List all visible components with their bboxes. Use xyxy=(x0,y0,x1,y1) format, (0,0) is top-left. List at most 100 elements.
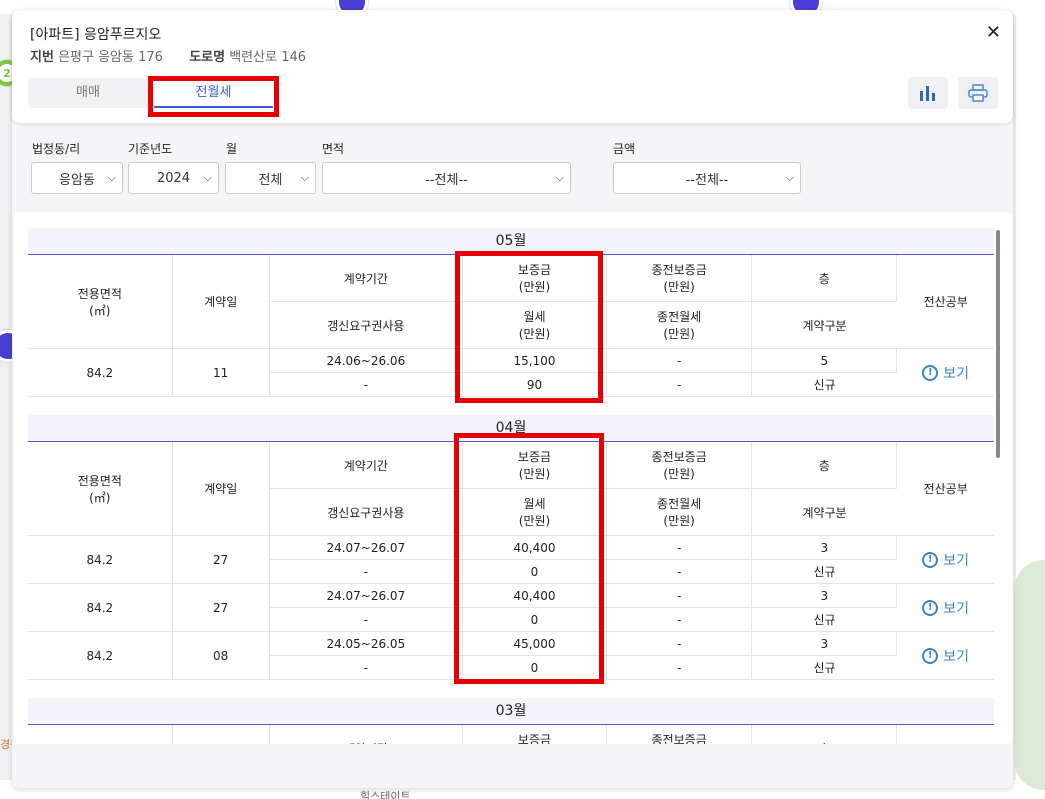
type-cell: 신규 xyxy=(751,372,897,397)
column-header-date: 계약일 xyxy=(172,725,270,744)
floor-cell: 5 xyxy=(751,348,898,373)
amount-select-value: --전체-- xyxy=(685,172,729,188)
area-filter-label: 면적 xyxy=(322,142,345,156)
tab-sale[interactable]: 매매 xyxy=(28,78,148,108)
transaction-table: 전용면적 (㎡)계약일계약기간보증금 (만원)종전보증금 (만원)층전산공부갱신… xyxy=(28,255,994,397)
month-select-value: 전체 xyxy=(258,172,283,188)
prev-deposit-cell: - xyxy=(606,535,753,560)
area-cell: 84.2 xyxy=(28,535,173,584)
column-header-prev-deposit: 종전보증금 (만원) xyxy=(606,442,753,489)
amount-filter-label: 금액 xyxy=(613,142,636,156)
table-row: 84.2 11 24.06~26.06 15,100-5! 보기 xyxy=(28,348,994,397)
table-row: 84.2 27 24.07~26.07 40,400-3! 보기 xyxy=(28,535,994,584)
column-header-date: 계약일 xyxy=(172,442,270,536)
date-cell: 08 xyxy=(172,631,270,680)
chevron-down-icon: ⌵ xyxy=(107,171,116,184)
area-select-value: --전체-- xyxy=(425,172,468,188)
chart-button[interactable] xyxy=(908,77,948,109)
column-header-prev-deposit: 종전보증금 (만원) xyxy=(606,725,753,744)
year-filter-label: 기준년도 xyxy=(128,142,173,156)
area-cell: 84.2 xyxy=(28,631,173,680)
period-cell: 24.07~26.07 xyxy=(269,583,463,608)
detail-panel: [아파트] 응암푸르지오 지번 은평구 응암동 176 도로명 백련산로 146… xyxy=(12,10,1013,788)
magnifier-icon: ! xyxy=(922,551,939,568)
column-header-period: 계약기간 xyxy=(269,255,463,302)
column-header-date: 계약일 xyxy=(172,255,270,349)
amount-select[interactable]: --전체-- ⌵ xyxy=(613,162,801,194)
dong-select-value: 응암동 xyxy=(59,172,95,188)
renewal-cell: - xyxy=(269,372,463,397)
column-header-area: 전용면적 (㎡) xyxy=(28,725,173,744)
view-button[interactable]: ! 보기 xyxy=(922,646,969,666)
filter-bar: 법정동/리 응암동 ⌵ 기준년도 2024 ⌵ 월 전체 ⌵ 면적 --전체-- ⌵ 금… xyxy=(12,138,1013,198)
year-select-value: 2024 xyxy=(156,170,191,186)
column-header-period: 계약기간 xyxy=(269,442,463,489)
period-cell: 24.07~26.07 xyxy=(269,535,463,560)
period-cell: 24.06~26.06 xyxy=(269,348,463,373)
table-row: 84.2 08 24.05~26.05 45,000-3! 보기 xyxy=(28,631,994,680)
prev-rent-cell: - xyxy=(606,559,753,584)
view-label: 보기 xyxy=(943,552,970,569)
month-section: 03월전용면적 (㎡)계약일계약기간보증금 (만원)종전보증금 (만원)층전산공… xyxy=(28,698,996,744)
view-label: 보기 xyxy=(943,648,970,665)
prev-rent-cell: - xyxy=(606,607,753,632)
view-button[interactable]: ! 보기 xyxy=(922,598,969,618)
floor-cell: 3 xyxy=(751,535,898,560)
type-cell: 신규 xyxy=(751,607,897,632)
road-label: 도로명 xyxy=(189,50,226,65)
column-header-type: 계약구분 xyxy=(751,488,897,536)
column-header-prev-rent: 종전월세 (만원) xyxy=(606,488,753,536)
bar-chart-icon xyxy=(920,86,935,101)
column-header-period: 계약기간 xyxy=(269,725,463,744)
type-cell: 신규 xyxy=(751,559,897,584)
transaction-list[interactable]: 05월 전용면적 (㎡) 계약일 계약기간 보증금 (만원) 종전보증금 (만원) 층 전산공… xyxy=(28,228,996,744)
month-select[interactable]: 전체 ⌵ xyxy=(225,162,316,194)
area-select[interactable]: --전체-- ⌵ xyxy=(322,162,571,194)
address-line: 지번 은평구 응암동 176 도로명 백련산로 146 xyxy=(30,46,306,65)
tab-rent[interactable]: 전월세 xyxy=(154,78,273,108)
magnifier-icon: ! xyxy=(922,647,939,664)
month-header: 05월 xyxy=(28,228,994,255)
deposit-cell: 45,000 xyxy=(462,631,608,656)
month-filter-label: 월 xyxy=(226,142,238,156)
view-button[interactable]: ! 보기 xyxy=(922,363,969,383)
view-button[interactable]: ! 보기 xyxy=(922,550,969,570)
month-section: 04월 전용면적 (㎡) 계약일 계약기간 보증금 (만원) 종전보증금 (만원) 층 전산공… xyxy=(28,415,996,698)
transaction-table: 전용면적 (㎡)계약일계약기간보증금 (만원)종전보증금 (만원)층전산공부갱신… xyxy=(28,725,994,744)
chevron-down-icon: ⌵ xyxy=(555,171,564,184)
doc-cell: ! 보기 xyxy=(896,583,994,632)
column-header-prev-rent: 종전월세 (만원) xyxy=(606,301,753,349)
chevron-down-icon: ⌵ xyxy=(203,171,212,184)
deposit-cell: 40,400 xyxy=(462,583,608,608)
chevron-down-icon: ⌵ xyxy=(300,171,309,184)
rent-cell: 0 xyxy=(462,559,608,584)
column-header-area: 전용면적 (㎡) xyxy=(28,442,173,536)
year-select[interactable]: 2024 ⌵ xyxy=(128,162,219,194)
month-section: 05월 전용면적 (㎡) 계약일 계약기간 보증금 (만원) 종전보증금 (만원) 층 전산공… xyxy=(28,228,996,415)
deposit-cell: 40,400 xyxy=(462,535,608,560)
print-button[interactable] xyxy=(958,77,998,109)
chevron-down-icon: ⌵ xyxy=(785,171,794,184)
transaction-table-card: 05월 전용면적 (㎡) 계약일 계약기간 보증금 (만원) 종전보증금 (만원) 층 전산공… xyxy=(14,212,1013,744)
jibun-label: 지번 xyxy=(30,50,54,65)
panel-header: [아파트] 응암푸르지오 지번 은평구 응암동 176 도로명 백련산로 146… xyxy=(12,10,1013,123)
jibun-address: 은평구 응암동 176 xyxy=(58,50,163,65)
map-place-label: 힐스테이트 xyxy=(360,790,411,799)
close-icon[interactable]: ✕ xyxy=(986,22,1001,43)
column-header-floor: 층 xyxy=(751,725,898,744)
dong-filter-label: 법정동/리 xyxy=(32,142,81,156)
dong-select[interactable]: 응암동 ⌵ xyxy=(31,162,123,194)
transaction-table: 전용면적 (㎡)계약일계약기간보증금 (만원)종전보증금 (만원)층전산공부갱신… xyxy=(28,442,994,680)
renewal-cell: - xyxy=(269,607,463,632)
area-cell: 84.2 xyxy=(28,348,173,397)
column-header-type: 계약구분 xyxy=(751,301,897,349)
area-cell: 84.2 xyxy=(28,583,173,632)
rent-cell: 90 xyxy=(462,372,608,397)
column-header-floor: 층 xyxy=(751,442,898,489)
column-header-deposit: 보증금 (만원) xyxy=(462,725,608,744)
rent-cell: 0 xyxy=(462,655,608,680)
road-address: 백련산로 146 xyxy=(229,50,307,65)
scrollbar[interactable] xyxy=(996,230,1000,458)
prev-deposit-cell: - xyxy=(606,348,753,373)
column-header-floor: 층 xyxy=(751,255,898,302)
